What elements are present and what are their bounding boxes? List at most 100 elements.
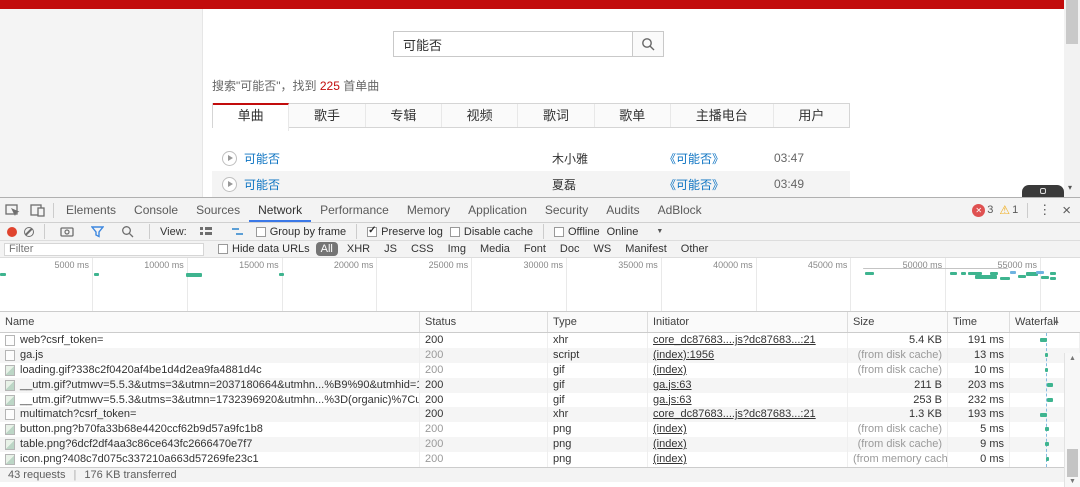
- devtools-tab-security[interactable]: Security: [536, 198, 597, 222]
- type-filter-ws[interactable]: WS: [588, 242, 616, 256]
- scroll-down-icon[interactable]: ▼: [1065, 478, 1080, 485]
- devtools-tab-audits[interactable]: Audits: [597, 198, 648, 222]
- type-filter-img[interactable]: Img: [443, 242, 471, 256]
- type-filter-css[interactable]: CSS: [406, 242, 439, 256]
- initiator-link[interactable]: (index): [653, 364, 687, 376]
- request-row[interactable]: __utm.gif?utmwv=5.5.3&utms=3&utmn=203718…: [0, 378, 1080, 393]
- devtools-tab-memory[interactable]: Memory: [398, 198, 459, 222]
- initiator-link[interactable]: (index):1956: [653, 349, 714, 361]
- tab-主播电台[interactable]: 主播电台: [671, 104, 774, 127]
- capture-screenshots-icon[interactable]: [55, 226, 79, 237]
- column-header-time[interactable]: Time: [948, 312, 1010, 332]
- inspect-element-icon[interactable]: [0, 203, 25, 217]
- devtools-tab-elements[interactable]: Elements: [57, 198, 125, 222]
- request-row[interactable]: table.png?6dcf2df4aa3c86ce643fc2666470e7…: [0, 437, 1080, 452]
- record-button[interactable]: [7, 227, 17, 237]
- type-filter-doc[interactable]: Doc: [555, 242, 585, 256]
- checkbox-icon[interactable]: [256, 227, 266, 237]
- hide-data-urls-checkbox[interactable]: Hide data URLs: [218, 243, 310, 255]
- initiator-link[interactable]: ga.js:63: [653, 394, 692, 406]
- play-icon[interactable]: [222, 151, 237, 166]
- song-album-link[interactable]: 《可能否》: [664, 150, 774, 167]
- warning-count[interactable]: 1: [1012, 204, 1018, 216]
- devtools-tab-console[interactable]: Console: [125, 198, 187, 222]
- page-scrollbar-thumb[interactable]: [1066, 0, 1078, 44]
- type-filter-js[interactable]: JS: [379, 242, 402, 256]
- column-header-name[interactable]: Name: [0, 312, 420, 332]
- column-header-type[interactable]: Type: [548, 312, 648, 332]
- request-row[interactable]: ga.js200script(index):1956(from disk cac…: [0, 348, 1080, 363]
- view-waterfall-icon[interactable]: [225, 226, 249, 237]
- song-title-link[interactable]: 可能否: [244, 150, 280, 167]
- play-icon[interactable]: [222, 177, 237, 192]
- devtools-tab-application[interactable]: Application: [459, 198, 536, 222]
- page-scrollbar[interactable]: [1064, 0, 1080, 197]
- song-title-link[interactable]: 可能否: [244, 176, 280, 193]
- disable-cache-checkbox[interactable]: Disable cache: [450, 226, 533, 238]
- devtools-tab-performance[interactable]: Performance: [311, 198, 398, 222]
- song-row[interactable]: 可能否夏磊《可能否》03:49: [212, 171, 850, 197]
- mini-player-tab[interactable]: [1022, 185, 1064, 197]
- preserve-log-checkbox[interactable]: Preserve log: [367, 226, 443, 238]
- tab-视频[interactable]: 视频: [442, 104, 518, 127]
- checkbox-icon[interactable]: [450, 227, 460, 237]
- checkbox-icon[interactable]: [554, 227, 564, 237]
- song-row[interactable]: 可能否木小雅《可能否》03:47: [212, 145, 850, 171]
- request-row[interactable]: web?csrf_token=200xhrcore_dc87683....js?…: [0, 333, 1080, 348]
- tab-单曲[interactable]: 单曲: [213, 103, 289, 131]
- request-row[interactable]: loading.gif?338c2f0420af4be1d4d2ea9fa488…: [0, 363, 1080, 378]
- scrollbar-thumb[interactable]: [1067, 449, 1078, 477]
- request-row[interactable]: multimatch?csrf_token=200xhrcore_dc87683…: [0, 407, 1080, 422]
- requests-scrollbar[interactable]: ▲ ▼: [1064, 353, 1080, 487]
- throttling-dropdown[interactable]: Online ▼: [607, 226, 664, 238]
- devtools-tab-network[interactable]: Network: [249, 198, 311, 222]
- initiator-link[interactable]: (index): [653, 453, 687, 465]
- tab-用户[interactable]: 用户: [774, 104, 849, 127]
- tab-歌手[interactable]: 歌手: [289, 104, 365, 127]
- type-filter-xhr[interactable]: XHR: [342, 242, 375, 256]
- request-row[interactable]: icon.png?408c7d075c337210a663d57269fe23c…: [0, 452, 1080, 467]
- player-caret-icon[interactable]: ▾: [1068, 183, 1072, 192]
- sort-ascending-icon[interactable]: ▲: [1053, 312, 1060, 332]
- devtools-tab-adblock[interactable]: AdBlock: [649, 198, 711, 222]
- device-toolbar-icon[interactable]: [25, 203, 50, 217]
- initiator-link[interactable]: (index): [653, 438, 687, 450]
- type-filter-font[interactable]: Font: [519, 242, 551, 256]
- initiator-link[interactable]: core_dc87683....js?dc87683...:21: [653, 334, 816, 346]
- column-header-status[interactable]: Status: [420, 312, 548, 332]
- network-overview-timeline[interactable]: 5000 ms10000 ms15000 ms20000 ms25000 ms3…: [0, 258, 1080, 312]
- offline-checkbox[interactable]: Offline: [554, 226, 600, 238]
- devtools-close-icon[interactable]: ×: [1058, 202, 1080, 219]
- tab-专辑[interactable]: 专辑: [366, 104, 442, 127]
- warning-badge-icon[interactable]: ⚠: [999, 204, 1010, 217]
- song-album-link[interactable]: 《可能否》: [664, 176, 774, 193]
- view-list-icon[interactable]: [194, 226, 218, 237]
- clear-button[interactable]: [24, 227, 34, 237]
- type-filter-manifest[interactable]: Manifest: [620, 242, 672, 256]
- search-requests-icon[interactable]: [116, 225, 139, 238]
- request-row[interactable]: button.png?b70fa33b68e4420ccf62b9d57a9fc…: [0, 422, 1080, 437]
- devtools-tab-sources[interactable]: Sources: [187, 198, 249, 222]
- filter-icon[interactable]: [86, 226, 109, 238]
- request-row[interactable]: __utm.gif?utmwv=5.5.3&utms=3&utmn=173239…: [0, 393, 1080, 408]
- search-input[interactable]: [393, 31, 633, 57]
- type-filter-other[interactable]: Other: [676, 242, 714, 256]
- initiator-link[interactable]: (index): [653, 423, 687, 435]
- song-artist[interactable]: 夏磊: [552, 176, 664, 193]
- type-filter-all[interactable]: All: [316, 242, 338, 256]
- tab-歌单[interactable]: 歌单: [595, 104, 671, 127]
- group-by-frame-checkbox[interactable]: Group by frame: [256, 226, 346, 238]
- column-header-size[interactable]: Size: [848, 312, 948, 332]
- initiator-link[interactable]: core_dc87683....js?dc87683...:21: [653, 408, 816, 420]
- tab-歌词[interactable]: 歌词: [518, 104, 594, 127]
- initiator-link[interactable]: ga.js:63: [653, 379, 692, 391]
- song-artist[interactable]: 木小雅: [552, 150, 664, 167]
- column-header-waterfall[interactable]: Waterfall▲: [1010, 312, 1080, 332]
- error-count[interactable]: 3: [987, 204, 993, 216]
- column-header-initiator[interactable]: Initiator: [648, 312, 848, 332]
- devtools-menu-icon[interactable]: ⋮: [1031, 202, 1058, 218]
- checkbox-checked-icon[interactable]: [367, 227, 377, 237]
- checkbox-icon[interactable]: [218, 244, 228, 254]
- search-button[interactable]: [633, 31, 664, 57]
- scroll-up-icon[interactable]: ▲: [1065, 355, 1080, 362]
